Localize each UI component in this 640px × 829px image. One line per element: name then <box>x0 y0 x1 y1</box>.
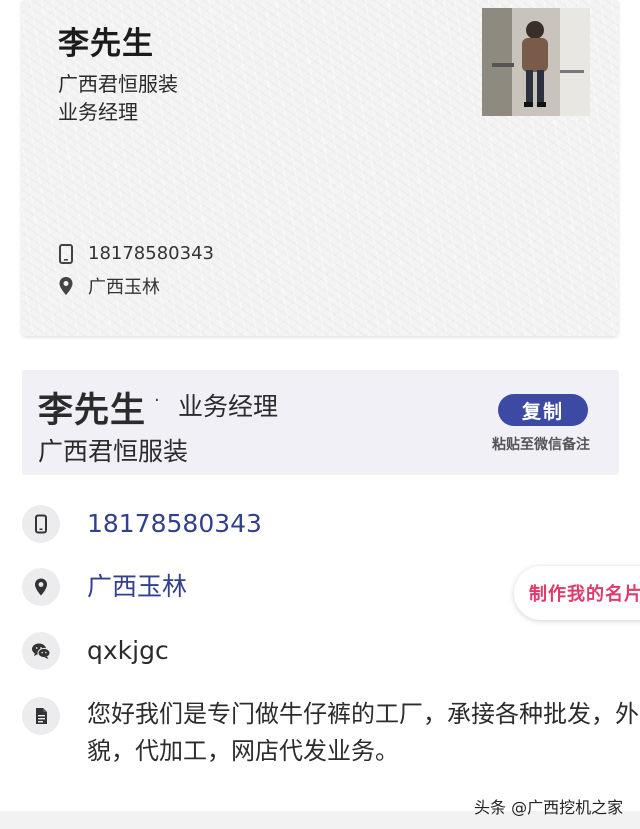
contact-name: 李先生 <box>38 391 147 431</box>
address-row[interactable]: 广西玉林 <box>22 568 187 606</box>
card-title: 业务经理 <box>58 100 138 124</box>
address-text[interactable]: 广西玉林 <box>87 568 187 606</box>
contact-company: 广西君恒服装 <box>38 437 189 466</box>
wechat-id: qxkjgc <box>87 636 169 665</box>
title-separator: · <box>154 390 160 411</box>
copy-hint: 粘贴至微信备注 <box>492 437 590 453</box>
contact-title: 业务经理 <box>178 392 279 421</box>
mobile-phone-icon <box>59 243 73 264</box>
wechat-icon <box>32 643 51 659</box>
watermark: 头条 @广西挖机之家 <box>474 798 624 817</box>
copy-button[interactable]: 复制 <box>498 394 588 426</box>
phone-row[interactable]: 18178580343 <box>22 505 262 543</box>
profile-photo <box>482 8 590 116</box>
address-icon-circle <box>22 568 60 606</box>
card-location-row: 广西玉林 <box>58 273 160 299</box>
card-company: 广西君恒服装 <box>58 72 178 96</box>
wechat-icon-circle <box>22 632 60 670</box>
wechat-row: qxkjgc <box>22 632 169 670</box>
card-phone-row: 18178580343 <box>58 243 214 264</box>
card-phone: 18178580343 <box>88 243 214 264</box>
card-name: 李先生 <box>58 26 154 62</box>
phone-number[interactable]: 18178580343 <box>87 505 262 543</box>
document-icon-circle <box>22 697 60 735</box>
business-intro: 您好我们是专门做牛仔裤的工厂，承接各种批发，外貌，代加工，网店代发业务。 <box>87 700 639 765</box>
intro-row: 您好我们是专门做牛仔裤的工厂，承接各种批发，外貌，代加工，网店代发业务。 <box>22 697 640 770</box>
location-pin-icon <box>59 277 73 295</box>
make-my-card-button[interactable]: 制作我的名片 <box>514 566 640 620</box>
business-card: 李先生 广西君恒服装 业务经理 18178580343 广西玉林 <box>22 0 618 336</box>
document-icon <box>36 708 47 724</box>
mobile-phone-icon <box>35 514 47 534</box>
card-location: 广西玉林 <box>88 277 160 298</box>
contact-header: 李先生 · 业务经理 广西君恒服装 复制 粘贴至微信备注 <box>22 370 619 475</box>
phone-icon-circle <box>22 505 60 543</box>
location-pin-icon <box>35 578 47 596</box>
